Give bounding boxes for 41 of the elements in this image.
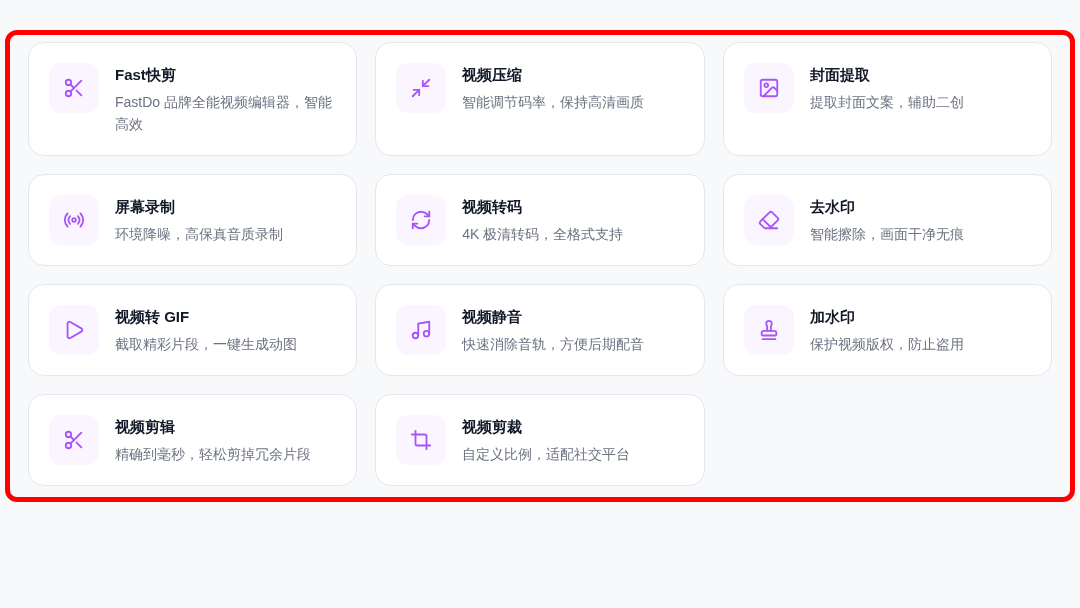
tool-card[interactable]: 去水印 智能擦除，画面干净无痕 — [722, 174, 1052, 266]
tool-title: 视频转码 — [462, 197, 524, 217]
tool-description: 自定义比例，适配社交平台 — [462, 445, 631, 464]
tool-title: 视频转 GIF — [115, 307, 191, 327]
tool-title: 视频静音 — [462, 307, 524, 327]
tool-description: 快速消除音轨，方便后期配音 — [462, 335, 645, 354]
tool-card[interactable]: 视频转码 4K 极清转码，全格式支持 — [375, 174, 705, 266]
tool-title: 视频压缩 — [462, 65, 524, 85]
tool-title: 封面提取 — [809, 65, 871, 85]
tool-description: 截取精彩片段，一键生成动图 — [115, 335, 297, 354]
tool-description: 4K 极清转码，全格式支持 — [462, 225, 624, 244]
tool-card[interactable]: 视频剪裁 自定义比例，适配社交平台 — [375, 394, 705, 486]
tool-card[interactable]: 视频转 GIF 截取精彩片段，一键生成动图 — [28, 284, 358, 376]
tool-description: 保护视频版权，防止盗用 — [809, 335, 964, 354]
music-note-icon — [410, 319, 433, 341]
crop-icon — [410, 429, 433, 451]
tool-title: 视频剪裁 — [462, 417, 524, 437]
tool-title: 屏幕录制 — [115, 197, 176, 217]
tool-card[interactable]: 视频剪辑 精确到毫秒，轻松剪掉冗余片段 — [28, 394, 358, 486]
tool-title: 视频剪辑 — [115, 417, 176, 437]
tool-card[interactable]: 封面提取 提取封面文案，辅助二创 — [722, 42, 1052, 156]
tool-description: 智能调节码率，保持高清画质 — [462, 93, 645, 112]
tool-card[interactable]: 加水印 保护视频版权，防止盗用 — [722, 284, 1052, 376]
tool-title: Fast快剪 — [115, 65, 177, 85]
tool-title: 加水印 — [809, 307, 856, 327]
tool-description: 提取封面文案，辅助二创 — [809, 93, 964, 112]
tool-description: FastDo 品牌全能视频编辑器，智能高效 — [115, 93, 333, 134]
tool-description: 环境降噪，高保真音质录制 — [115, 225, 283, 244]
tool-title: 去水印 — [809, 197, 856, 217]
tool-card[interactable]: 视频静音 快速消除音轨，方便后期配音 — [375, 284, 705, 376]
compress-arrows-icon — [410, 77, 433, 99]
image-icon — [757, 77, 780, 99]
tool-description: 精确到毫秒，轻松剪掉冗余片段 — [115, 445, 311, 464]
refresh-icon — [410, 209, 433, 231]
scissors-icon — [63, 77, 85, 99]
tool-card[interactable]: 屏幕录制 环境降噪，高保真音质录制 — [28, 174, 358, 266]
tool-card[interactable]: 视频压缩 智能调节码率，保持高清画质 — [375, 42, 705, 156]
tool-description: 智能擦除，画面干净无痕 — [809, 225, 964, 244]
tool-card[interactable]: Fast快剪 FastDo 品牌全能视频编辑器，智能高效 — [28, 42, 358, 156]
eraser-icon — [757, 209, 780, 231]
scissors-icon — [63, 429, 85, 451]
